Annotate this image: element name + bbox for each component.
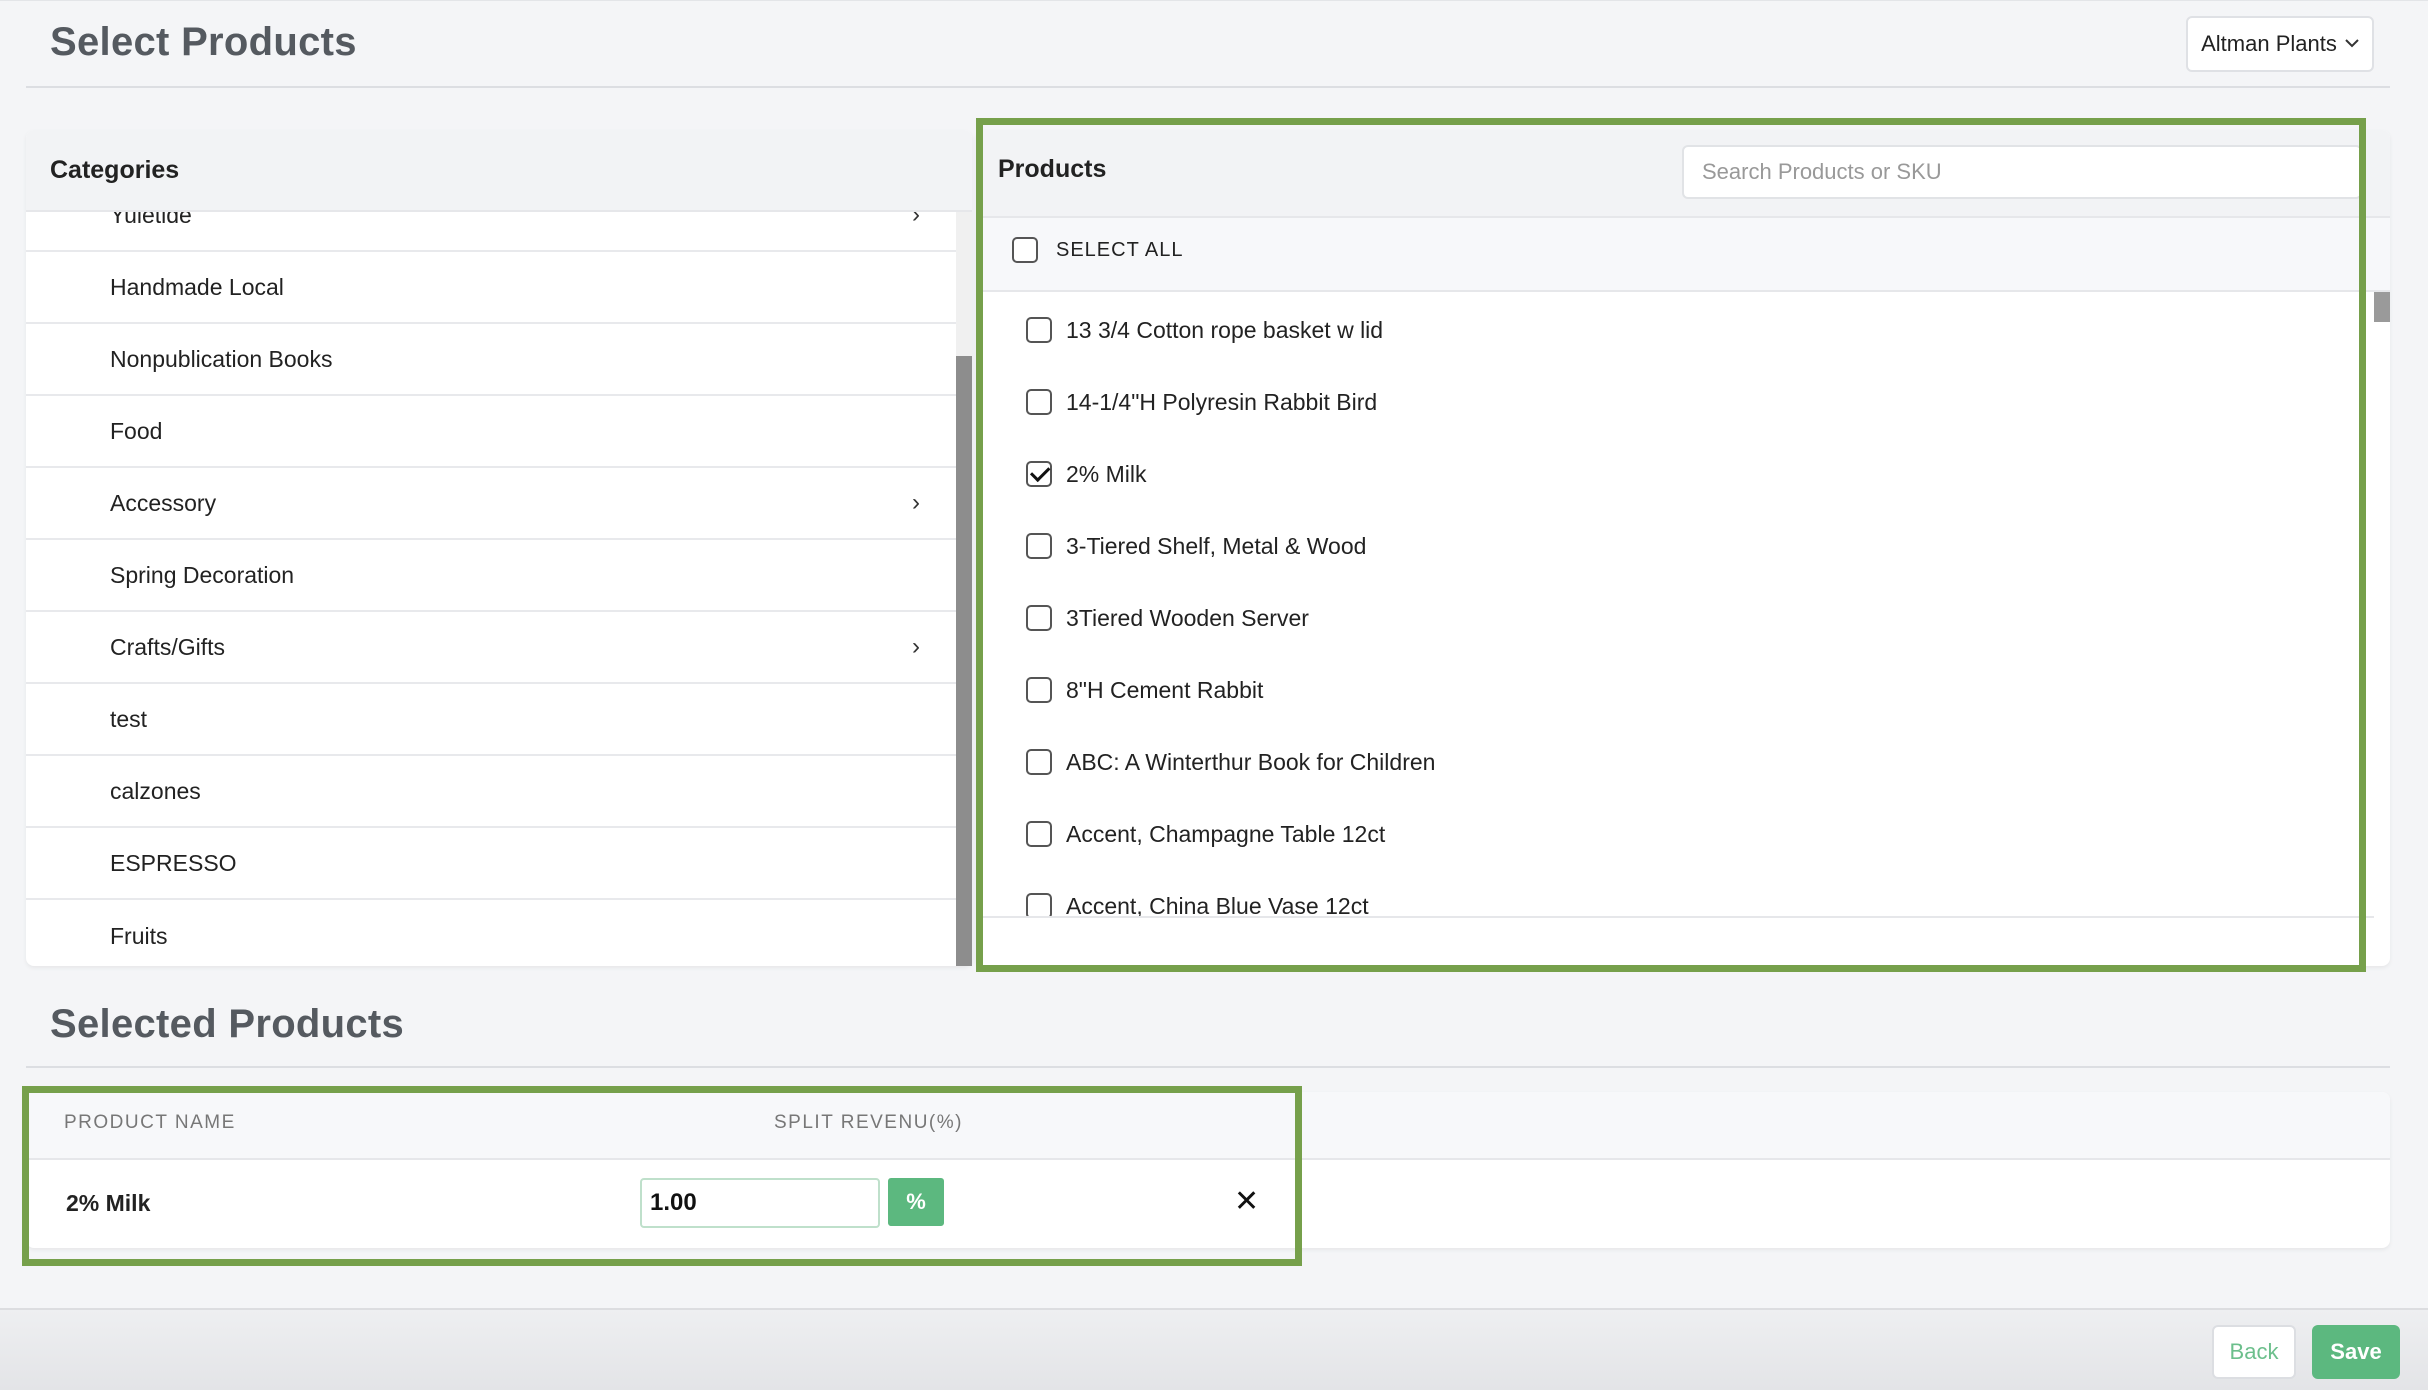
category-item-spring-decoration[interactable]: Spring Decoration [26, 540, 956, 612]
page-title: Select Products [50, 20, 357, 64]
products-title: Products [998, 155, 1107, 183]
category-item-accessory[interactable]: Accessory › [26, 468, 956, 540]
chevron-right-icon: › [912, 633, 920, 660]
category-label: ESPRESSO [110, 849, 237, 876]
selected-table-header [26, 1092, 2390, 1160]
product-label: ABC: A Winterthur Book for Children [1066, 748, 1436, 775]
category-item-nonpublication-books[interactable]: Nonpublication Books [26, 324, 956, 396]
product-label: 3Tiered Wooden Server [1066, 604, 1309, 631]
product-checkbox[interactable] [1026, 389, 1052, 415]
selected-product-name: 2% Milk [66, 1190, 151, 1216]
product-checkbox[interactable] [1026, 821, 1052, 847]
column-header-product-name: PRODUCT NAME [64, 1112, 236, 1133]
split-revenue-input[interactable] [640, 1178, 880, 1228]
category-item-handmade-local[interactable]: Handmade Local [26, 252, 956, 324]
category-label: Spring Decoration [110, 561, 295, 588]
product-label: Accent, Champagne Table 12ct [1066, 820, 1386, 847]
product-checkbox[interactable] [1026, 893, 1052, 916]
product-item[interactable]: ABC: A Winterthur Book for Children [1026, 742, 1435, 782]
header-divider [26, 86, 2390, 88]
product-checkbox-checked[interactable] [1026, 461, 1052, 487]
product-checkbox[interactable] [1026, 605, 1052, 631]
product-label: 8"H Cement Rabbit [1066, 676, 1264, 703]
category-item-fruits[interactable]: Fruits [26, 900, 956, 966]
select-all-control[interactable]: SELECT ALL [1012, 237, 1183, 263]
category-label: Yuletide [110, 212, 192, 228]
store-selector-button[interactable]: Altman Plants [2186, 16, 2374, 72]
product-label: Accent, China Blue Vase 12ct [1066, 892, 1369, 917]
category-label: Handmade Local [110, 273, 284, 300]
selected-products-title: Selected Products [50, 1002, 405, 1046]
chevron-right-icon: › [912, 212, 920, 228]
product-label: 14-1/4"H Polyresin Rabbit Bird [1066, 388, 1378, 415]
category-label: Crafts/Gifts [110, 633, 226, 660]
category-label: test [110, 705, 148, 732]
category-item-calzones[interactable]: calzones [26, 756, 956, 828]
products-list[interactable]: 13 3/4 Cotton rope basket w lid 14-1/4"H… [976, 292, 2374, 916]
product-checkbox[interactable] [1026, 677, 1052, 703]
product-item[interactable]: 2% Milk [1026, 454, 1147, 494]
product-checkbox[interactable] [1026, 317, 1052, 343]
category-label: Accessory [110, 489, 217, 516]
product-checkbox[interactable] [1026, 533, 1052, 559]
category-item-test[interactable]: test [26, 684, 956, 756]
product-label: 2% Milk [1066, 460, 1147, 487]
product-item[interactable]: 14-1/4"H Polyresin Rabbit Bird [1026, 382, 1377, 422]
product-search-input[interactable] [1682, 145, 2362, 199]
product-item[interactable]: 3Tiered Wooden Server [1026, 598, 1309, 638]
product-item[interactable]: 13 3/4 Cotton rope basket w lid [1026, 310, 1383, 350]
product-item[interactable]: 8"H Cement Rabbit [1026, 670, 1263, 710]
category-label: Food [110, 417, 163, 444]
column-header-split-revenue: SPLIT REVENU(%) [774, 1112, 963, 1133]
select-all-label: SELECT ALL [1056, 238, 1184, 261]
product-label: 3-Tiered Shelf, Metal & Wood [1066, 532, 1367, 559]
products-scrollbar-thumb[interactable] [2374, 292, 2390, 322]
categories-scrollbar-thumb[interactable] [956, 356, 972, 966]
category-label: calzones [110, 777, 201, 804]
product-item[interactable]: 3-Tiered Shelf, Metal & Wood [1026, 526, 1366, 566]
category-label: Nonpublication Books [110, 345, 333, 372]
categories-header: Categories [26, 130, 972, 212]
category-label: Fruits [110, 922, 168, 949]
close-icon[interactable]: ✕ [1234, 1184, 1259, 1219]
product-item[interactable]: Accent, China Blue Vase 12ct [1026, 886, 1369, 916]
category-item-yuletide[interactable]: Yuletide › [26, 212, 956, 252]
product-label: 13 3/4 Cotton rope basket w lid [1066, 316, 1384, 343]
select-all-checkbox[interactable] [1012, 237, 1038, 263]
category-item-crafts-gifts[interactable]: Crafts/Gifts › [26, 612, 956, 684]
category-item-food[interactable]: Food [26, 396, 956, 468]
selected-divider [26, 1066, 2390, 1068]
back-button[interactable]: Back [2212, 1325, 2296, 1379]
footer-bar [0, 1308, 2428, 1390]
category-item-espresso[interactable]: ESPRESSO [26, 828, 956, 900]
select-all-bar [976, 218, 2390, 292]
categories-title: Categories [50, 155, 180, 184]
categories-list[interactable]: Yuletide › Handmade Local Nonpublication… [26, 212, 956, 966]
products-list-bottom-divider [976, 916, 2374, 918]
product-item[interactable]: Accent, Champagne Table 12ct [1026, 814, 1385, 854]
chevron-right-icon: › [912, 489, 920, 516]
store-selector-label: Altman Plants [2201, 31, 2337, 56]
chevron-down-icon [2345, 35, 2359, 53]
product-checkbox[interactable] [1026, 749, 1052, 775]
top-divider [0, 0, 2428, 1]
percent-unit-badge: % [888, 1178, 944, 1226]
save-button[interactable]: Save [2312, 1325, 2400, 1379]
